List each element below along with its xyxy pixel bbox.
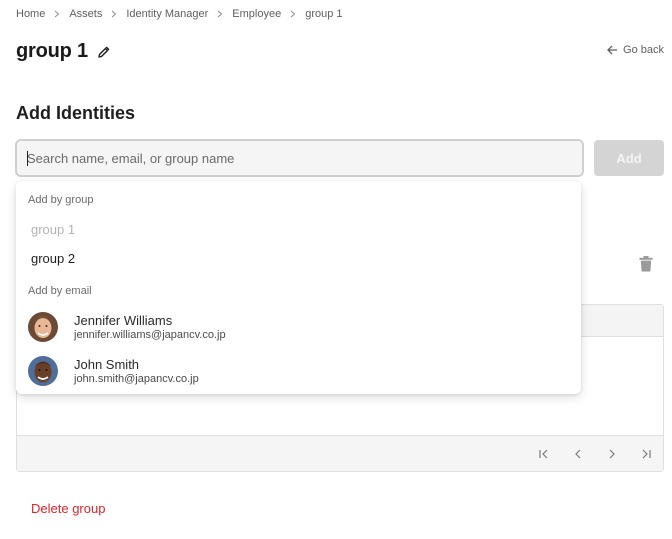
trash-icon[interactable] xyxy=(639,256,653,272)
breadcrumb-assets[interactable]: Assets xyxy=(69,8,102,20)
delete-group-link[interactable]: Delete group xyxy=(31,501,105,516)
text-caret xyxy=(27,151,28,166)
suggestions-dropdown: Add by group group 1 group 2 Add by emai… xyxy=(16,181,581,394)
breadcrumb: Home Assets Identity Manager Employee gr… xyxy=(16,8,343,20)
person-option[interactable]: John Smith john.smith@japancv.co.jp xyxy=(28,356,199,386)
person-info: Jennifer Williams jennifer.williams@japa… xyxy=(74,313,226,342)
breadcrumb-employee[interactable]: Employee xyxy=(232,8,281,20)
prev-page-icon[interactable] xyxy=(571,447,585,461)
last-page-icon[interactable] xyxy=(639,447,653,461)
avatar xyxy=(28,356,58,386)
avatar xyxy=(28,312,58,342)
person-info: John Smith john.smith@japancv.co.jp xyxy=(74,357,199,386)
chevron-right-icon xyxy=(217,10,223,18)
breadcrumb-identity-manager[interactable]: Identity Manager xyxy=(126,8,208,20)
group-option-group-2[interactable]: group 2 xyxy=(31,251,75,266)
add-by-group-label: Add by group xyxy=(28,194,94,206)
add-identities-title: Add Identities xyxy=(16,103,136,123)
go-back-label: Go back xyxy=(623,44,664,56)
breadcrumb-current: group 1 xyxy=(305,8,343,20)
page-title: group 1 xyxy=(16,40,88,62)
chevron-right-icon xyxy=(54,10,60,18)
breadcrumb-home[interactable]: Home xyxy=(16,8,45,20)
title-row: group 1 xyxy=(16,40,111,63)
group-option-group-1: group 1 xyxy=(31,222,76,237)
person-email: john.smith@japancv.co.jp xyxy=(74,372,199,385)
person-name: Jennifer Williams xyxy=(74,312,173,328)
chevron-right-icon xyxy=(111,10,117,18)
table-pagination xyxy=(17,435,663,471)
chevron-right-icon xyxy=(290,10,296,18)
person-name: John Smith xyxy=(74,356,140,372)
first-page-icon[interactable] xyxy=(537,447,551,461)
person-option[interactable]: Jennifer Williams jennifer.williams@japa… xyxy=(28,312,226,342)
search-field[interactable] xyxy=(15,139,584,177)
pencil-icon[interactable] xyxy=(97,45,111,59)
next-page-icon[interactable] xyxy=(605,447,619,461)
person-email: jennifer.williams@japancv.co.jp xyxy=(74,328,226,341)
add-button[interactable]: Add xyxy=(594,140,664,176)
go-back-link[interactable]: Go back xyxy=(607,44,664,56)
add-by-email-label: Add by email xyxy=(28,285,92,297)
arrow-left-icon xyxy=(607,45,618,55)
search-input[interactable] xyxy=(17,141,582,175)
